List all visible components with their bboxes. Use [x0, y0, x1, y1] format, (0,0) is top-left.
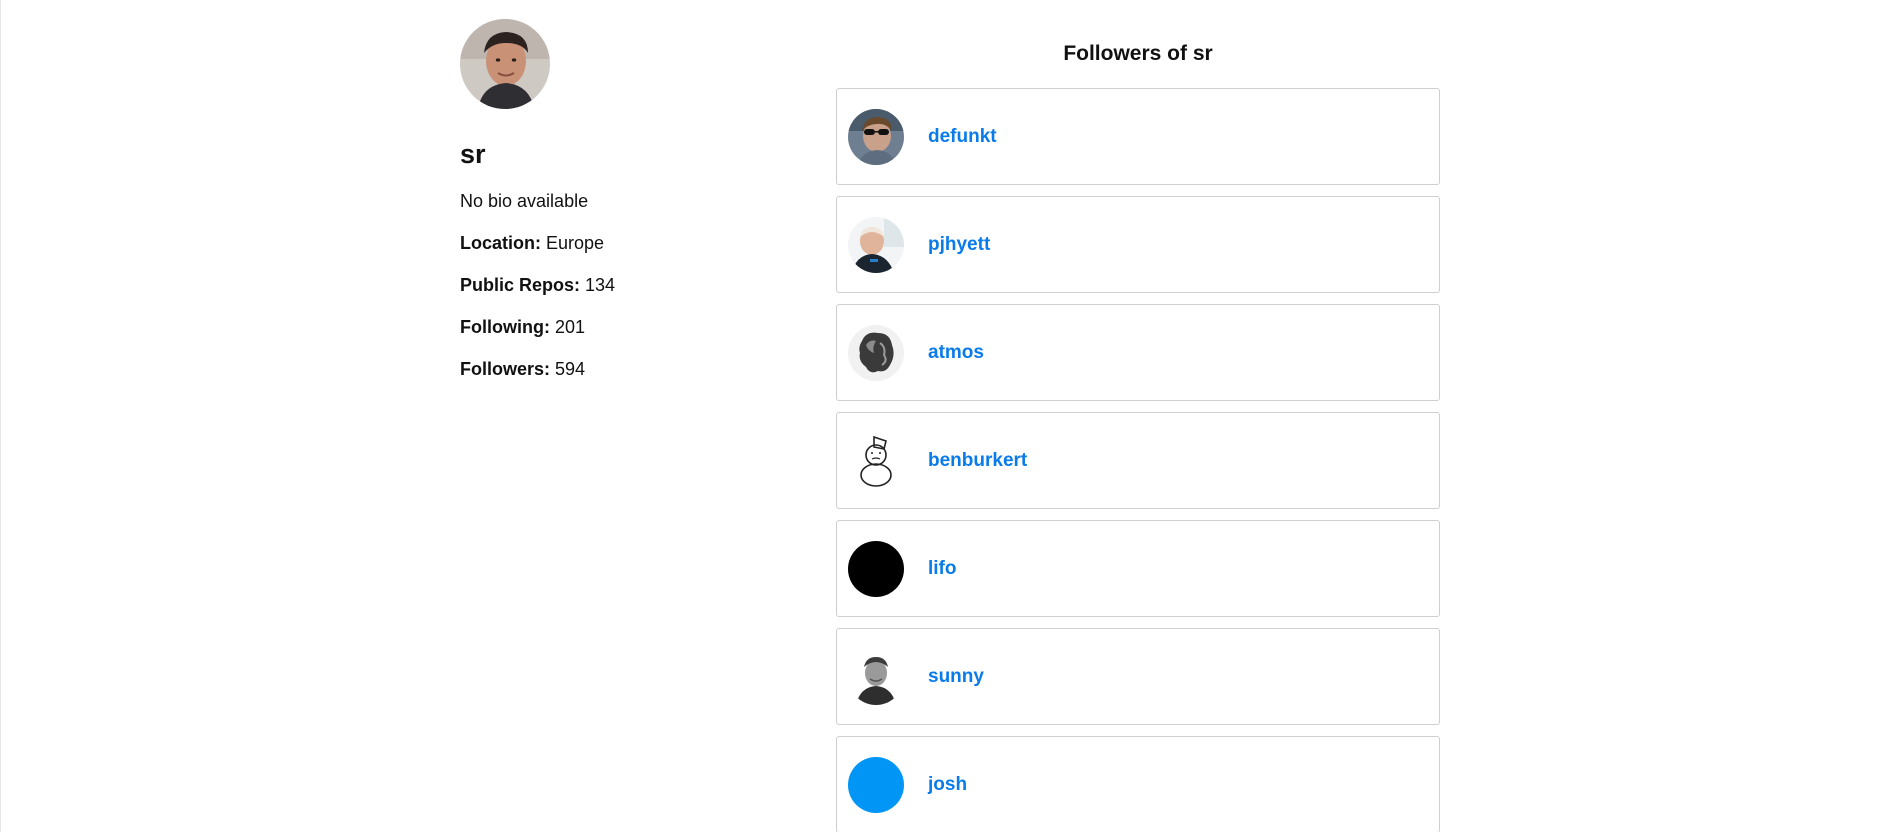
follower-avatar-benburkert[interactable]	[848, 432, 904, 489]
follower-avatar-lifo[interactable]	[848, 540, 904, 597]
follower-avatar-josh[interactable]	[848, 756, 904, 813]
public-repos-label: Public Repos:	[460, 275, 581, 295]
follower-link-pjhyett[interactable]: pjhyett	[928, 234, 990, 256]
followers-panel: Followers of sr defunkt pjhyett atmos be…	[836, 40, 1440, 832]
follower-avatar-defunkt[interactable]	[848, 108, 904, 165]
location-label: Location:	[460, 233, 541, 253]
location-stat: Location: Europe	[460, 231, 760, 255]
follower-card-atmos: atmos	[836, 304, 1440, 401]
followers-value: 594	[555, 359, 586, 379]
profile-username: sr	[460, 139, 486, 169]
following-stat: Following: 201	[460, 315, 760, 339]
follower-card-josh: josh	[836, 736, 1440, 832]
follower-avatar-pjhyett[interactable]	[848, 216, 904, 273]
following-value: 201	[555, 317, 586, 337]
followers-stat: Followers: 594	[460, 357, 760, 381]
follower-card-defunkt: defunkt	[836, 88, 1440, 185]
follower-avatar-atmos[interactable]	[848, 324, 904, 381]
public-repos-value: 134	[585, 275, 616, 295]
follower-link-benburkert[interactable]: benburkert	[928, 450, 1027, 472]
follower-link-atmos[interactable]: atmos	[928, 342, 984, 364]
public-repos-stat: Public Repos: 134	[460, 273, 760, 297]
follower-link-lifo[interactable]: lifo	[928, 558, 957, 580]
follower-card-lifo: lifo	[836, 520, 1440, 617]
followers-label: Followers:	[460, 359, 551, 379]
follower-link-sunny[interactable]: sunny	[928, 666, 984, 688]
follower-link-josh[interactable]: josh	[928, 774, 967, 796]
follower-link-defunkt[interactable]: defunkt	[928, 126, 997, 148]
follower-avatar-sunny[interactable]	[848, 648, 904, 705]
followers-heading: Followers of sr	[1063, 42, 1213, 65]
page: sr No bio available Location: Europe Pub…	[0, 0, 1889, 832]
follower-card-pjhyett: pjhyett	[836, 196, 1440, 293]
profile-panel: sr No bio available Location: Europe Pub…	[460, 19, 760, 381]
following-label: Following:	[460, 317, 550, 337]
follower-card-sunny: sunny	[836, 628, 1440, 725]
profile-avatar	[460, 19, 550, 109]
profile-bio: No bio available	[460, 191, 589, 211]
follower-card-benburkert: benburkert	[836, 412, 1440, 509]
location-value: Europe	[546, 233, 605, 253]
